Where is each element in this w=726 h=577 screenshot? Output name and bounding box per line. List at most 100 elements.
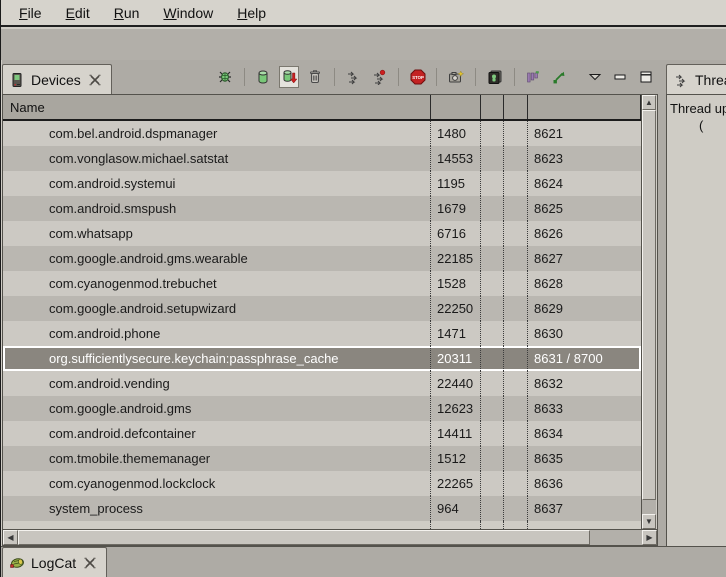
devices-table: Name com.bel.android.dspmanager 1480	[2, 94, 658, 546]
process-port: 8629	[528, 296, 641, 321]
process-col3	[481, 496, 504, 521]
scroll-left-icon[interactable]: ◀	[3, 530, 18, 545]
menu-window[interactable]: Window	[153, 2, 223, 24]
tab-threads[interactable]: Threads	[666, 64, 726, 94]
process-col3	[481, 271, 504, 296]
tab-devices[interactable]: Devices	[2, 64, 112, 94]
threads-message-line2: (	[699, 118, 703, 133]
menu-run[interactable]: Run	[104, 2, 150, 24]
start-profiling-arrow-icon[interactable]	[549, 66, 569, 88]
table-row[interactable]: com.google.android.gms 12623 8633	[3, 396, 641, 421]
process-name: com.cyanogenmod.trebuchet	[3, 271, 431, 296]
process-col4	[504, 271, 528, 296]
process-col3	[481, 196, 504, 221]
scroll-right-icon[interactable]: ▶	[642, 530, 657, 545]
capture-layers-icon[interactable]	[485, 66, 505, 88]
horizontal-scroll-thumb[interactable]	[18, 530, 590, 545]
vertical-scrollbar[interactable]: ▲ ▼	[641, 95, 656, 529]
screen-capture-icon[interactable]	[446, 66, 466, 88]
table-body: com.bel.android.dspmanager 1480 8621 com…	[3, 121, 641, 521]
table-row[interactable]: com.bel.android.dspmanager 1480 8621	[3, 121, 641, 146]
cause-gc-icon[interactable]	[305, 66, 325, 88]
process-pid: 1480	[431, 121, 481, 146]
process-pid: 22440	[431, 371, 481, 396]
table-row[interactable]: com.android.defcontainer 14411 8634	[3, 421, 641, 446]
process-name: com.vonglasow.michael.satstat	[3, 146, 431, 171]
process-col3	[481, 446, 504, 471]
update-heap-icon[interactable]	[254, 66, 274, 88]
process-col3	[481, 371, 504, 396]
toolbar-separator	[475, 68, 476, 86]
allocation-tracker-icon[interactable]	[524, 66, 544, 88]
table-row[interactable]: org.sufficientlysecure.keychain:passphra…	[3, 346, 641, 371]
process-col3	[481, 321, 504, 346]
table-row[interactable]: com.android.smspush 1679 8625	[3, 196, 641, 221]
process-pid: 1195	[431, 171, 481, 196]
column-header-pid[interactable]	[431, 95, 481, 119]
update-threads-icon[interactable]	[344, 66, 364, 88]
column-header-b[interactable]	[504, 95, 528, 119]
toolbar-separator	[436, 68, 437, 86]
dump-hprof-icon[interactable]	[279, 66, 299, 88]
close-icon[interactable]	[87, 72, 103, 88]
process-col3	[481, 171, 504, 196]
vertical-scroll-thumb[interactable]	[642, 110, 656, 500]
table-row[interactable]: system_process 964 8637	[3, 496, 641, 521]
tab-threads-label: Threads	[695, 72, 726, 88]
process-col4	[504, 371, 528, 396]
maximize-icon[interactable]	[636, 66, 656, 88]
table-row[interactable]: com.android.vending 22440 8632	[3, 371, 641, 396]
process-name: org.sufficientlysecure.keychain:passphra…	[3, 346, 431, 371]
minimize-icon[interactable]	[611, 66, 631, 88]
table-row[interactable]: com.android.phone 1471 8630	[3, 321, 641, 346]
table-row[interactable]: com.cyanogenmod.trebuchet 1528 8628	[3, 271, 641, 296]
stop-process-icon[interactable]: STOP	[408, 66, 428, 88]
process-col3	[481, 421, 504, 446]
process-pid: 14411	[431, 421, 481, 446]
svg-text:STOP: STOP	[412, 75, 424, 80]
process-port: 8631 / 8700	[528, 346, 641, 371]
process-pid: 1512	[431, 446, 481, 471]
process-pid: 22265	[431, 471, 481, 496]
table-header[interactable]: Name	[3, 95, 641, 121]
start-method-profiling-icon[interactable]	[369, 66, 389, 88]
scroll-up-icon[interactable]: ▲	[642, 95, 656, 110]
column-header-name[interactable]: Name	[3, 95, 431, 119]
close-icon[interactable]	[82, 555, 98, 571]
process-name: com.android.systemui	[3, 171, 431, 196]
process-col4	[504, 496, 528, 521]
process-col4	[504, 121, 528, 146]
table-row[interactable]: com.tmobile.thememanager 1512 8635	[3, 446, 641, 471]
process-port: 8621	[528, 121, 641, 146]
process-port: 8634	[528, 421, 641, 446]
table-row[interactable]: com.google.android.gms.wearable 22185 86…	[3, 246, 641, 271]
table-row[interactable]: com.whatsapp 6716 8626	[3, 221, 641, 246]
table-row[interactable]: com.cyanogenmod.lockclock 22265 8636	[3, 471, 641, 496]
phone-icon	[9, 72, 25, 88]
column-header-a[interactable]	[481, 95, 504, 119]
view-menu-icon[interactable]	[585, 66, 605, 88]
debug-process-icon[interactable]	[215, 66, 235, 88]
process-pid: 22185	[431, 246, 481, 271]
table-row[interactable]: com.android.systemui 1195 8624	[3, 171, 641, 196]
toolbar-strip	[1, 29, 726, 60]
process-col3	[481, 396, 504, 421]
tab-logcat[interactable]: LogCat	[2, 547, 107, 577]
horizontal-scrollbar[interactable]: ◀ ▶	[3, 529, 657, 545]
process-col3	[481, 471, 504, 496]
process-name: com.android.defcontainer	[3, 421, 431, 446]
process-name: com.google.android.setupwizard	[3, 296, 431, 321]
process-name: com.google.android.gms	[3, 396, 431, 421]
table-row[interactable]: com.google.android.setupwizard 22250 862…	[3, 296, 641, 321]
process-col4	[504, 396, 528, 421]
menu-file[interactable]: File	[9, 2, 52, 24]
panel-sash[interactable]	[658, 60, 666, 546]
process-port: 8637	[528, 496, 641, 521]
scroll-down-icon[interactable]: ▼	[642, 514, 656, 529]
table-row[interactable]: com.vonglasow.michael.satstat 14553 8623	[3, 146, 641, 171]
process-name: system_process	[3, 496, 431, 521]
menu-edit[interactable]: Edit	[56, 2, 100, 24]
process-col4	[504, 196, 528, 221]
menu-help[interactable]: Help	[227, 2, 276, 24]
column-header-port[interactable]	[528, 95, 641, 119]
